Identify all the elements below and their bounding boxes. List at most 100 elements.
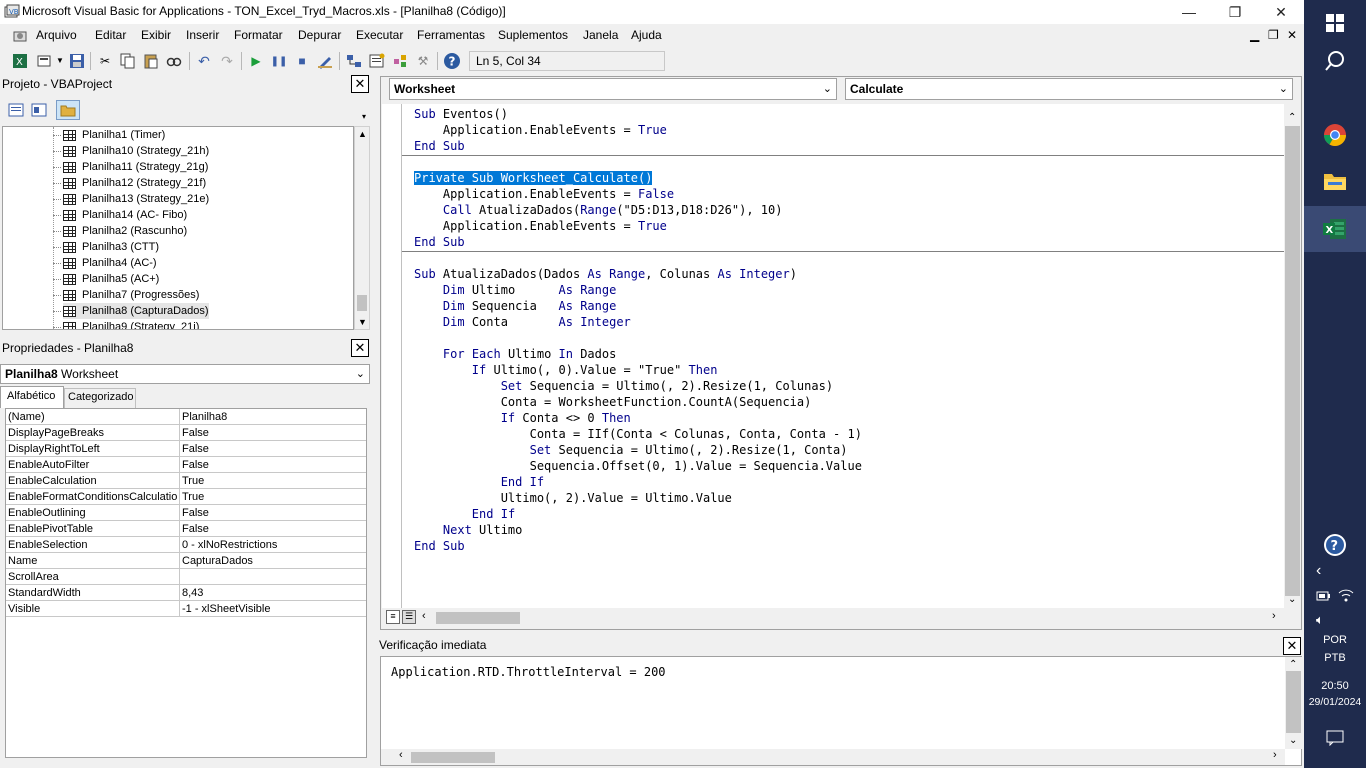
code-line[interactable]: Sequencia.Offset(0, 1).Value = Sequencia… <box>414 458 862 474</box>
find-icon[interactable] <box>165 52 183 70</box>
scroll-up-icon[interactable]: ⌃ <box>1288 112 1296 123</box>
file-explorer-icon[interactable] <box>1304 158 1366 204</box>
property-row[interactable]: Visible -1 - xlSheetVisible <box>6 601 366 617</box>
tree-item[interactable]: Planilha2 (Rascunho) <box>53 223 187 239</box>
code-line[interactable]: Conta = WorksheetFunction.CountA(Sequenc… <box>414 394 812 410</box>
property-value[interactable]: CapturaDados <box>182 555 253 567</box>
property-row[interactable]: EnablePivotTable False <box>6 521 366 537</box>
code-line[interactable]: Dim Sequencia As Range <box>414 298 616 314</box>
mdi-minimize-button[interactable]: ▁ <box>1250 28 1259 42</box>
tree-item[interactable]: Planilha12 (Strategy_21f) <box>53 175 206 191</box>
view-object-icon[interactable] <box>29 101 49 119</box>
immediate-vertical-scrollbar[interactable]: ⌃ ⌄ <box>1285 657 1302 749</box>
scroll-up-icon[interactable]: ▲ <box>358 129 367 139</box>
menu-suplementos[interactable]: Suplementos <box>498 28 568 42</box>
tree-item[interactable]: Planilha11 (Strategy_21g) <box>53 159 208 175</box>
property-value[interactable]: True <box>182 491 204 503</box>
reset-icon[interactable]: ■ <box>293 52 311 70</box>
procedure-view-icon[interactable]: ≡ <box>386 610 400 624</box>
scroll-thumb[interactable] <box>436 612 520 624</box>
code-line[interactable]: Next Ultimo <box>414 522 522 538</box>
chrome-icon[interactable] <box>1304 112 1366 158</box>
property-value[interactable]: 0 - xlNoRestrictions <box>182 539 277 551</box>
property-row[interactable]: (Name) Planilha8 <box>6 409 366 425</box>
code-line[interactable]: Sub Eventos() <box>414 106 508 122</box>
menu-ferramentas[interactable]: Ferramentas <box>417 28 485 42</box>
tree-item-selected[interactable]: Planilha8 (CapturaDados) <box>53 303 209 319</box>
property-value[interactable]: False <box>182 523 209 535</box>
property-row[interactable]: EnableFormatConditionsCalculation True <box>6 489 366 505</box>
code-line[interactable]: End Sub <box>414 538 465 554</box>
tree-item[interactable]: Planilha10 (Strategy_21h) <box>53 143 209 159</box>
search-icon[interactable] <box>1304 38 1366 84</box>
tree-item[interactable]: Planilha14 (AC- Fibo) <box>53 207 187 223</box>
code-line[interactable]: Application.EnableEvents = True <box>414 122 667 138</box>
property-value[interactable]: False <box>182 459 209 471</box>
object-select[interactable]: Planilha8 Worksheet ⌄ <box>0 364 370 384</box>
code-line[interactable]: End Sub <box>414 138 465 154</box>
selected-code-text[interactable]: Private Sub Worksheet_Calculate() <box>414 171 653 185</box>
menu-janela[interactable]: Janela <box>583 28 618 42</box>
code-line[interactable]: If Conta <> 0 Then <box>414 410 631 426</box>
menu-arquivo[interactable]: Arquivo <box>36 28 77 42</box>
object-browser-icon[interactable] <box>391 52 409 70</box>
scroll-up-icon[interactable]: ⌃ <box>1289 659 1297 670</box>
property-value[interactable]: 8,43 <box>182 587 203 599</box>
volume-icon[interactable]: 🔈︎ <box>1316 612 1324 628</box>
tree-item[interactable]: Planilha5 (AC+) <box>53 271 159 287</box>
project-explorer-icon[interactable] <box>345 52 363 70</box>
menu-exibir[interactable]: Exibir <box>141 28 171 42</box>
code-editor[interactable]: Sub Eventos() Application.EnableEvents =… <box>402 104 1284 608</box>
code-line[interactable]: End If <box>414 474 544 490</box>
code-line[interactable]: If Ultimo(, 0).Value = "True" Then <box>414 362 718 378</box>
tree-item[interactable]: Planilha1 (Timer) <box>53 127 165 143</box>
object-combo[interactable]: Worksheet ⌄ <box>389 78 837 100</box>
copy-icon[interactable] <box>119 52 137 70</box>
save-icon[interactable] <box>68 52 86 70</box>
scroll-thumb[interactable] <box>411 752 495 763</box>
scroll-thumb[interactable] <box>357 295 367 311</box>
break-icon[interactable]: ❚❚ <box>270 52 288 70</box>
battery-icon[interactable] <box>1316 590 1332 605</box>
mdi-restore-button[interactable]: ❐ <box>1268 28 1279 42</box>
property-row[interactable]: EnableCalculation True <box>6 473 366 489</box>
property-row[interactable]: EnableSelection 0 - xlNoRestrictions <box>6 537 366 553</box>
property-row[interactable]: ScrollArea <box>6 569 366 585</box>
property-row[interactable]: StandardWidth 8,43 <box>6 585 366 601</box>
scroll-thumb[interactable] <box>1286 671 1301 733</box>
tree-item[interactable]: Planilha9 (Strategy_21i) <box>53 319 199 329</box>
menu-formatar[interactable]: Formatar <box>234 28 283 42</box>
full-module-view-icon[interactable]: ☰ <box>402 610 416 624</box>
immediate-horizontal-scrollbar[interactable]: ‹ › <box>381 749 1285 765</box>
property-row[interactable]: DisplayRightToLeft False <box>6 441 366 457</box>
property-value[interactable]: Planilha8 <box>182 411 227 423</box>
property-value[interactable]: False <box>182 443 209 455</box>
clock-time[interactable]: 20:50 <box>1304 680 1366 692</box>
insert-dropdown-icon[interactable]: ▼ <box>56 56 64 65</box>
mdi-close-button[interactable]: ✕ <box>1287 28 1297 42</box>
view-excel-icon[interactable]: X <box>11 52 29 70</box>
menu-executar[interactable]: Executar <box>356 28 403 42</box>
menu-depurar[interactable]: Depurar <box>298 28 341 42</box>
paste-icon[interactable] <box>142 52 160 70</box>
notifications-icon[interactable] <box>1326 730 1344 749</box>
keyboard-layout[interactable]: PTB <box>1304 652 1366 664</box>
properties-close-icon[interactable]: ✕ <box>351 339 369 357</box>
code-line[interactable]: Call AtualizaDados(Range("D5:D13,D18:D26… <box>414 202 783 218</box>
design-mode-icon[interactable] <box>316 52 334 70</box>
project-close-icon[interactable]: ✕ <box>351 75 369 93</box>
close-window-button[interactable]: ✕ <box>1258 0 1304 24</box>
scroll-down-icon[interactable]: ⌄ <box>1289 735 1297 746</box>
toolbox-icon[interactable]: ⚒ <box>414 52 432 70</box>
code-line[interactable]: End If <box>414 506 515 522</box>
property-row[interactable]: EnableOutlining False <box>6 505 366 521</box>
scroll-down-icon[interactable]: ▼ <box>358 317 367 327</box>
scroll-right-icon[interactable]: › <box>1272 610 1276 622</box>
cut-icon[interactable]: ✂ <box>96 52 114 70</box>
property-value[interactable]: False <box>182 427 209 439</box>
code-line[interactable]: Private Sub Worksheet_Calculate() <box>414 170 653 186</box>
code-line[interactable]: Dim Ultimo As Range <box>414 282 616 298</box>
menu-inserir[interactable]: Inserir <box>186 28 219 42</box>
scroll-left-icon[interactable]: ‹ <box>399 749 403 761</box>
code-line[interactable]: Conta = IIf(Conta < Colunas, Conta, Cont… <box>414 426 862 442</box>
